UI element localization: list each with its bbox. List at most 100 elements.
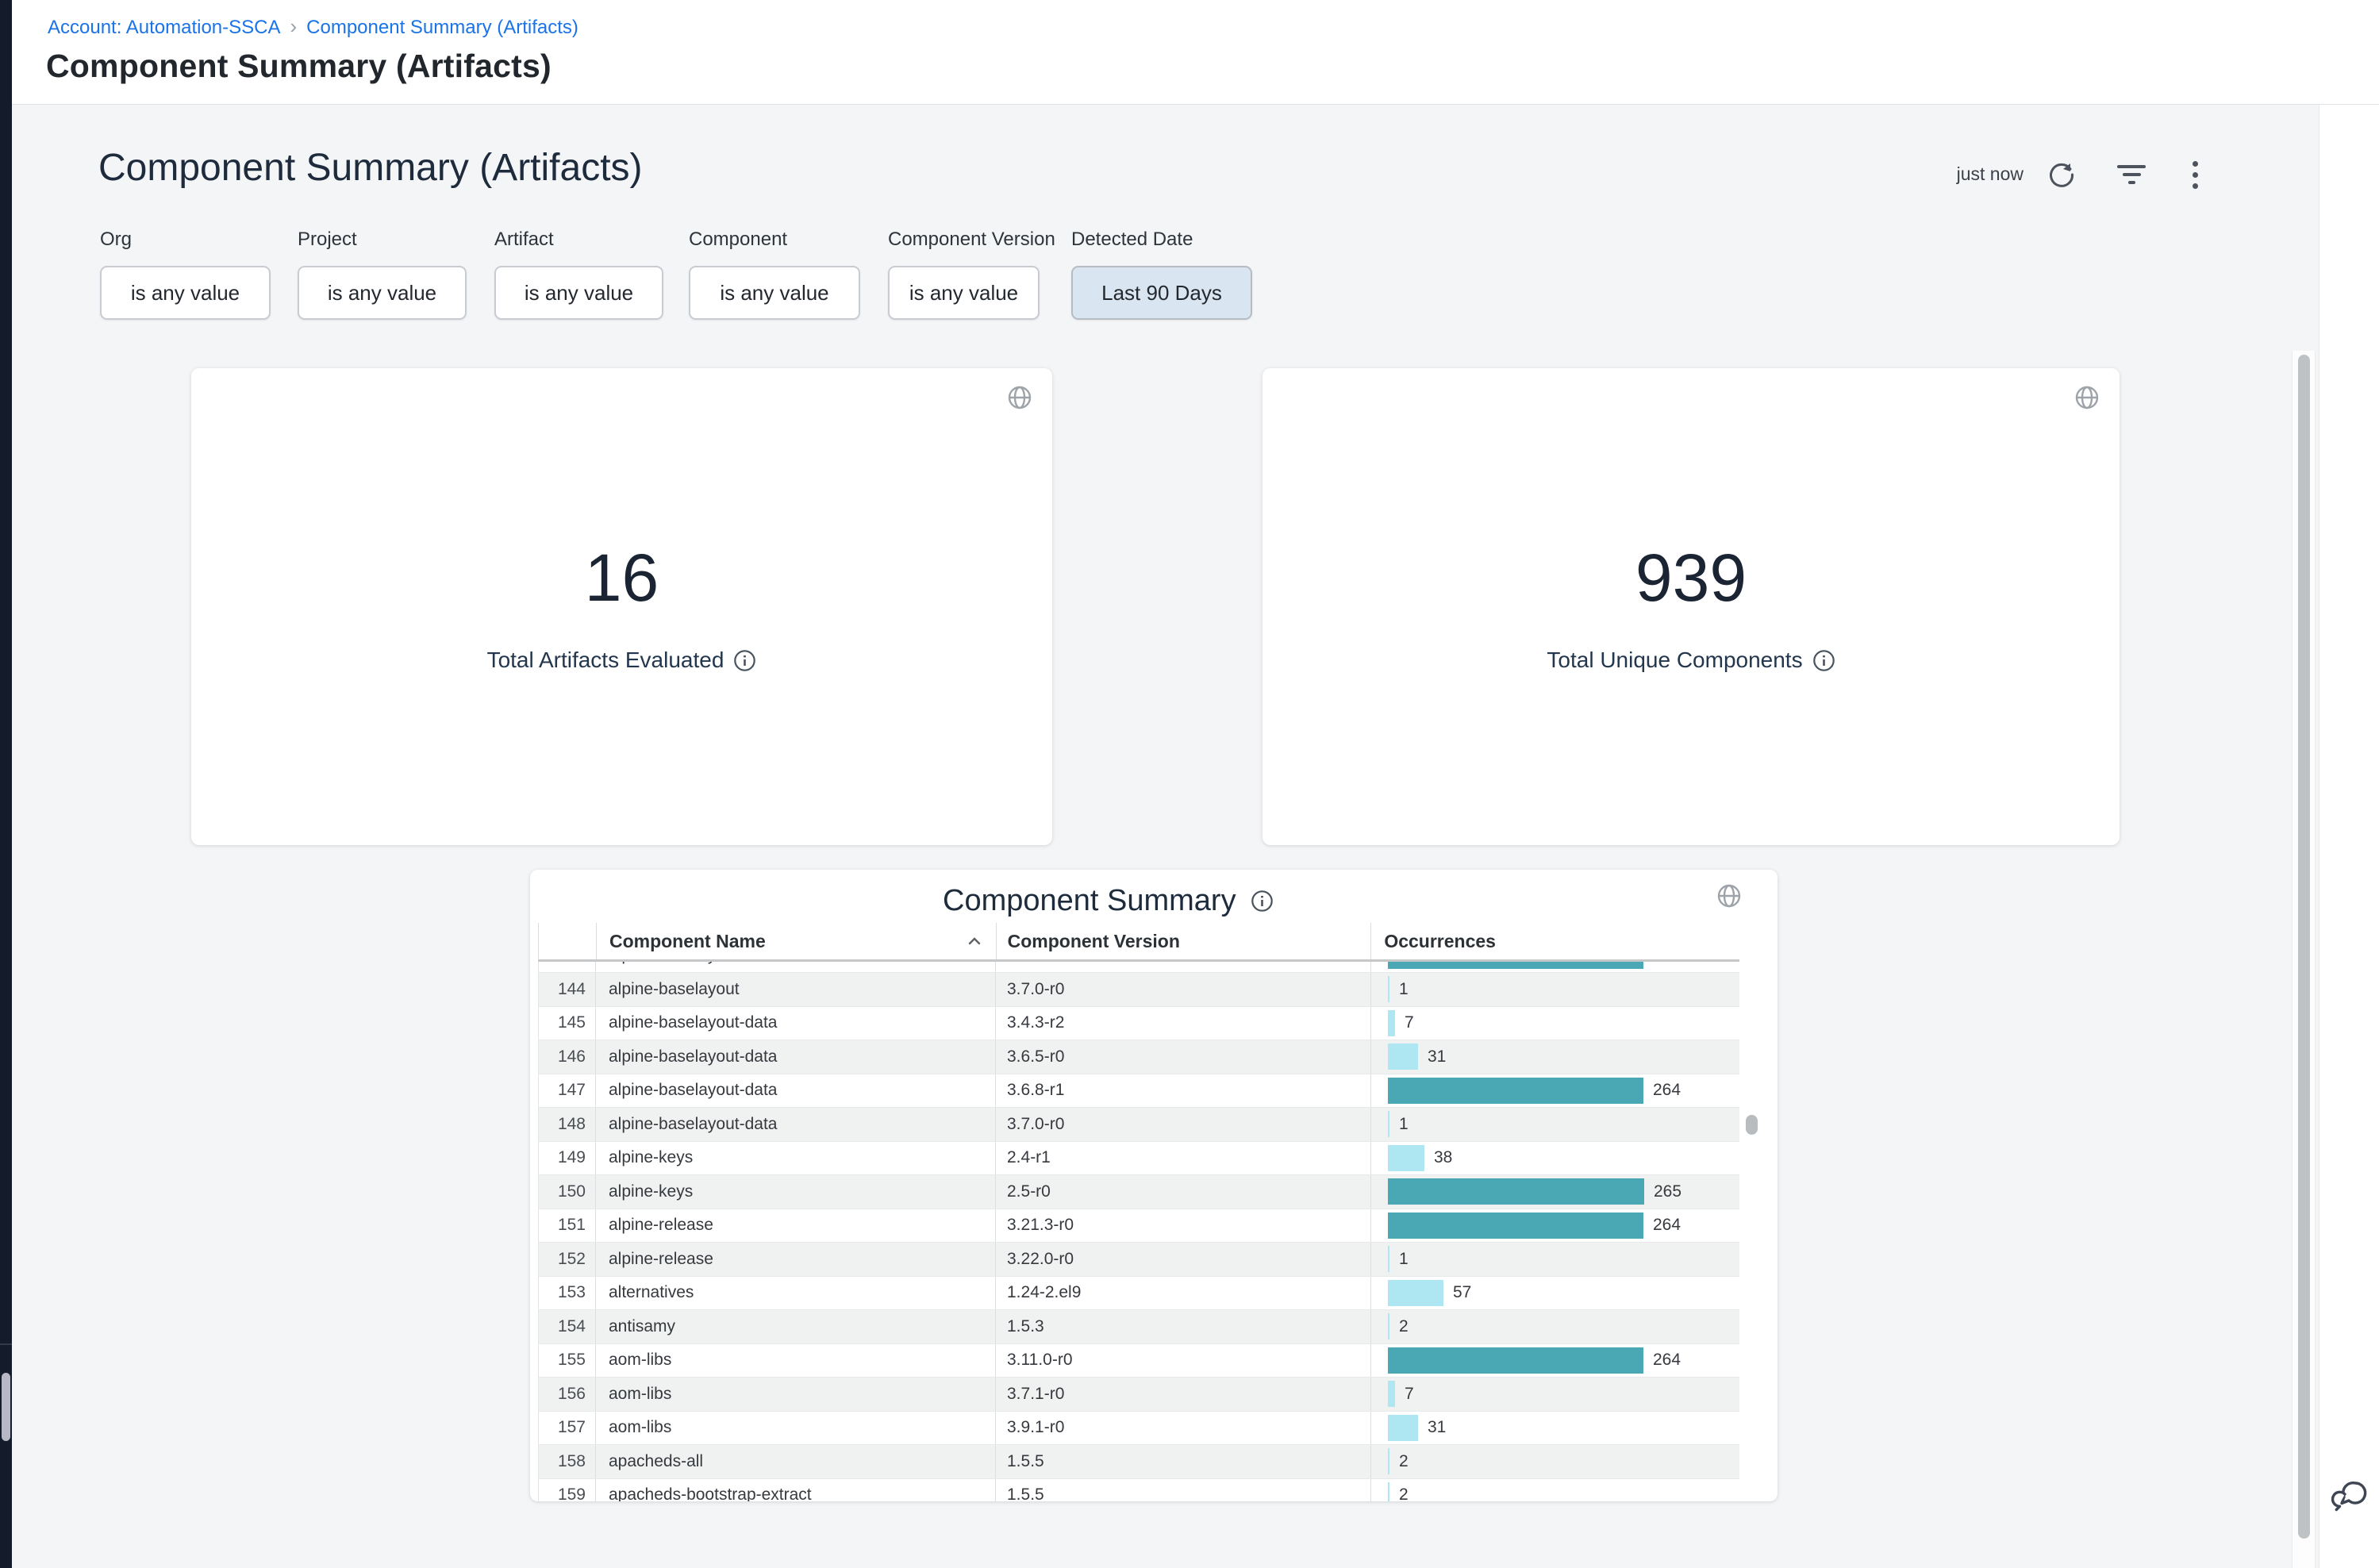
table-row[interactable]: 150alpine-keys2.5-r0265 [538, 1175, 1739, 1209]
cell-component-version: 3.4.3-r2 [995, 1007, 1370, 1040]
table-row[interactable]: 159apacheds-bootstrap-extract1.5.52 [538, 1479, 1739, 1502]
table-row[interactable]: 148alpine-baselayout-data3.7.0-r01 [538, 1108, 1739, 1142]
cell-row-number: 153 [538, 1277, 595, 1310]
table-row[interactable]: 144alpine-baselayout3.7.0-r01 [538, 973, 1739, 1007]
occurrences-value: 57 [1453, 1283, 1471, 1302]
occurrences-bar [1388, 1010, 1395, 1036]
info-icon[interactable] [1251, 890, 1274, 913]
cell-component-version: 3.6.8-r1 [995, 1074, 1370, 1108]
more-actions-button[interactable] [2177, 157, 2212, 192]
info-icon[interactable] [733, 649, 756, 672]
cell-occurrences: 31 [1370, 1040, 1739, 1074]
breadcrumb-account-link[interactable]: Account: Automation-SSCA [48, 17, 280, 39]
occurrences-bar [1388, 1313, 1389, 1339]
kpi-value: 16 [191, 544, 1052, 611]
table-scrollbar-thumb[interactable] [1746, 1115, 1758, 1135]
table-row[interactable]: 156aom-libs3.7.1-r07 [538, 1378, 1739, 1412]
cell-row-number: 158 [538, 1445, 595, 1478]
occurrences-value: 265 [1654, 1182, 1681, 1201]
cell-row-number: 154 [538, 1310, 595, 1343]
filter-button-component-version[interactable]: is any value [888, 266, 1040, 320]
cell-component-name: aom-libs [595, 1412, 995, 1445]
kpi-label: Total Artifacts Evaluated [487, 648, 724, 673]
cell-component-version: 3.6.5-r0 [995, 1040, 1370, 1074]
kpi-tile-total-artifacts-evaluated: 16 Total Artifacts Evaluated [191, 368, 1052, 845]
cell-row-number: 159 [538, 1479, 595, 1502]
kpi-tile-total-unique-components: 939Total Unique Components [1263, 368, 2120, 845]
sidebar-scroll-thumb[interactable] [2, 1373, 10, 1441]
table-row[interactable]: 157aom-libs3.9.1-r031 [538, 1412, 1739, 1446]
table-row[interactable]: 158apacheds-all1.5.52 [538, 1445, 1739, 1479]
cell-row-number: 145 [538, 1007, 595, 1040]
cell-component-name: alpine-baselayout-data [595, 1108, 995, 1141]
component-summary-card: Component Summary Component Name Compone… [530, 870, 1778, 1501]
table-row[interactable]: 153alternatives1.24-2.el957 [538, 1277, 1739, 1311]
column-header-occurrences[interactable]: Occurrences [1370, 923, 1739, 959]
table-row[interactable]: 143alpine-baselayout3.6.8-r1264 [538, 962, 1739, 973]
table-row[interactable]: 145alpine-baselayout-data3.4.3-r27 [538, 1007, 1739, 1041]
globe-icon[interactable] [1006, 384, 1033, 411]
table-row[interactable]: 149alpine-keys2.4-r138 [538, 1142, 1739, 1176]
table-row[interactable]: 154antisamy1.5.32 [538, 1310, 1739, 1344]
occurrences-bar [1388, 962, 1643, 969]
column-header-component-version[interactable]: Component Version [996, 923, 1371, 959]
filter-button-org[interactable]: is any value [100, 266, 271, 320]
table-row[interactable]: 151alpine-release3.21.3-r0264 [538, 1209, 1739, 1243]
collapsed-sidebar[interactable] [0, 0, 12, 1568]
occurrences-value: 2 [1399, 1485, 1409, 1501]
cell-component-name: alpine-keys [595, 1142, 995, 1175]
table-row[interactable]: 152alpine-release3.22.0-r01 [538, 1243, 1739, 1277]
dashboard-filters-button[interactable] [2114, 157, 2149, 192]
breadcrumb: Account: Automation-SSCA › Component Sum… [48, 16, 578, 39]
cell-component-version: 2.4-r1 [995, 1142, 1370, 1175]
globe-icon[interactable] [2073, 384, 2100, 411]
filter-icon [2117, 165, 2146, 184]
table-body[interactable]: 143alpine-baselayout3.6.8-r1264144alpine… [538, 962, 1739, 1501]
table-header-row: Component Name Component Version Occurre… [538, 923, 1739, 962]
cell-occurrences: 2 [1370, 1479, 1739, 1502]
cell-component-version: 3.7.0-r0 [995, 973, 1370, 1006]
filter-button-artifact[interactable]: is any value [494, 266, 663, 320]
column-header-component-name[interactable]: Component Name [596, 923, 996, 959]
info-icon[interactable] [1812, 649, 1835, 672]
cell-row-number: 157 [538, 1412, 595, 1445]
globe-icon[interactable] [1716, 882, 1743, 909]
table-row-partial[interactable]: 143alpine-baselayout3.6.8-r1264 [538, 962, 1739, 973]
occurrences-bar [1388, 1415, 1418, 1441]
occurrences-value: 264 [1653, 1351, 1681, 1370]
chat-bubbles-icon[interactable] [2331, 1476, 2373, 1517]
filter-button-detected-date[interactable]: Last 90 Days [1071, 266, 1252, 320]
filter-button-project[interactable]: is any value [298, 266, 467, 320]
cell-component-name: alpine-baselayout [595, 973, 995, 1006]
cell-row-number: 144 [538, 973, 595, 1006]
kpi-value: 939 [1263, 544, 2120, 611]
cell-component-name: alpine-release [595, 1209, 995, 1243]
occurrences-value: 264 [1653, 1081, 1681, 1100]
cell-occurrences: 264 [1370, 1074, 1739, 1108]
table-row[interactable]: 155aom-libs3.11.0-r0264 [538, 1344, 1739, 1378]
cell-occurrences: 264 [1370, 962, 1739, 972]
dashboard-scrollbar-thumb[interactable] [2298, 355, 2310, 1539]
cell-occurrences: 265 [1370, 1175, 1739, 1209]
occurrences-bar [1388, 1145, 1424, 1171]
table-row[interactable]: 146alpine-baselayout-data3.6.5-r031 [538, 1040, 1739, 1074]
chevron-right-icon: › [290, 16, 297, 39]
refresh-button[interactable] [2044, 157, 2079, 192]
last-refreshed-label: just now [1849, 163, 2023, 185]
cell-occurrences: 1 [1370, 1243, 1739, 1276]
filter-label-artifact: Artifact [494, 229, 554, 251]
occurrences-bar [1388, 1347, 1643, 1374]
filter-button-component[interactable]: is any value [689, 266, 860, 320]
sidebar-divider [0, 1343, 12, 1345]
occurrences-bar [1388, 1482, 1389, 1501]
cell-row-number: 152 [538, 1243, 595, 1276]
table-row[interactable]: 147alpine-baselayout-data3.6.8-r1264 [538, 1074, 1739, 1109]
breadcrumb-current-link[interactable]: Component Summary (Artifacts) [306, 17, 578, 39]
cell-row-number: 151 [538, 1209, 595, 1243]
filter-label-org: Org [100, 229, 132, 251]
occurrences-value: 2 [1399, 1317, 1409, 1336]
occurrences-bar [1388, 1111, 1389, 1137]
cell-component-name: alpine-baselayout [595, 962, 995, 972]
occurrences-bar [1388, 1213, 1643, 1239]
cell-component-version: 3.9.1-r0 [995, 1412, 1370, 1445]
